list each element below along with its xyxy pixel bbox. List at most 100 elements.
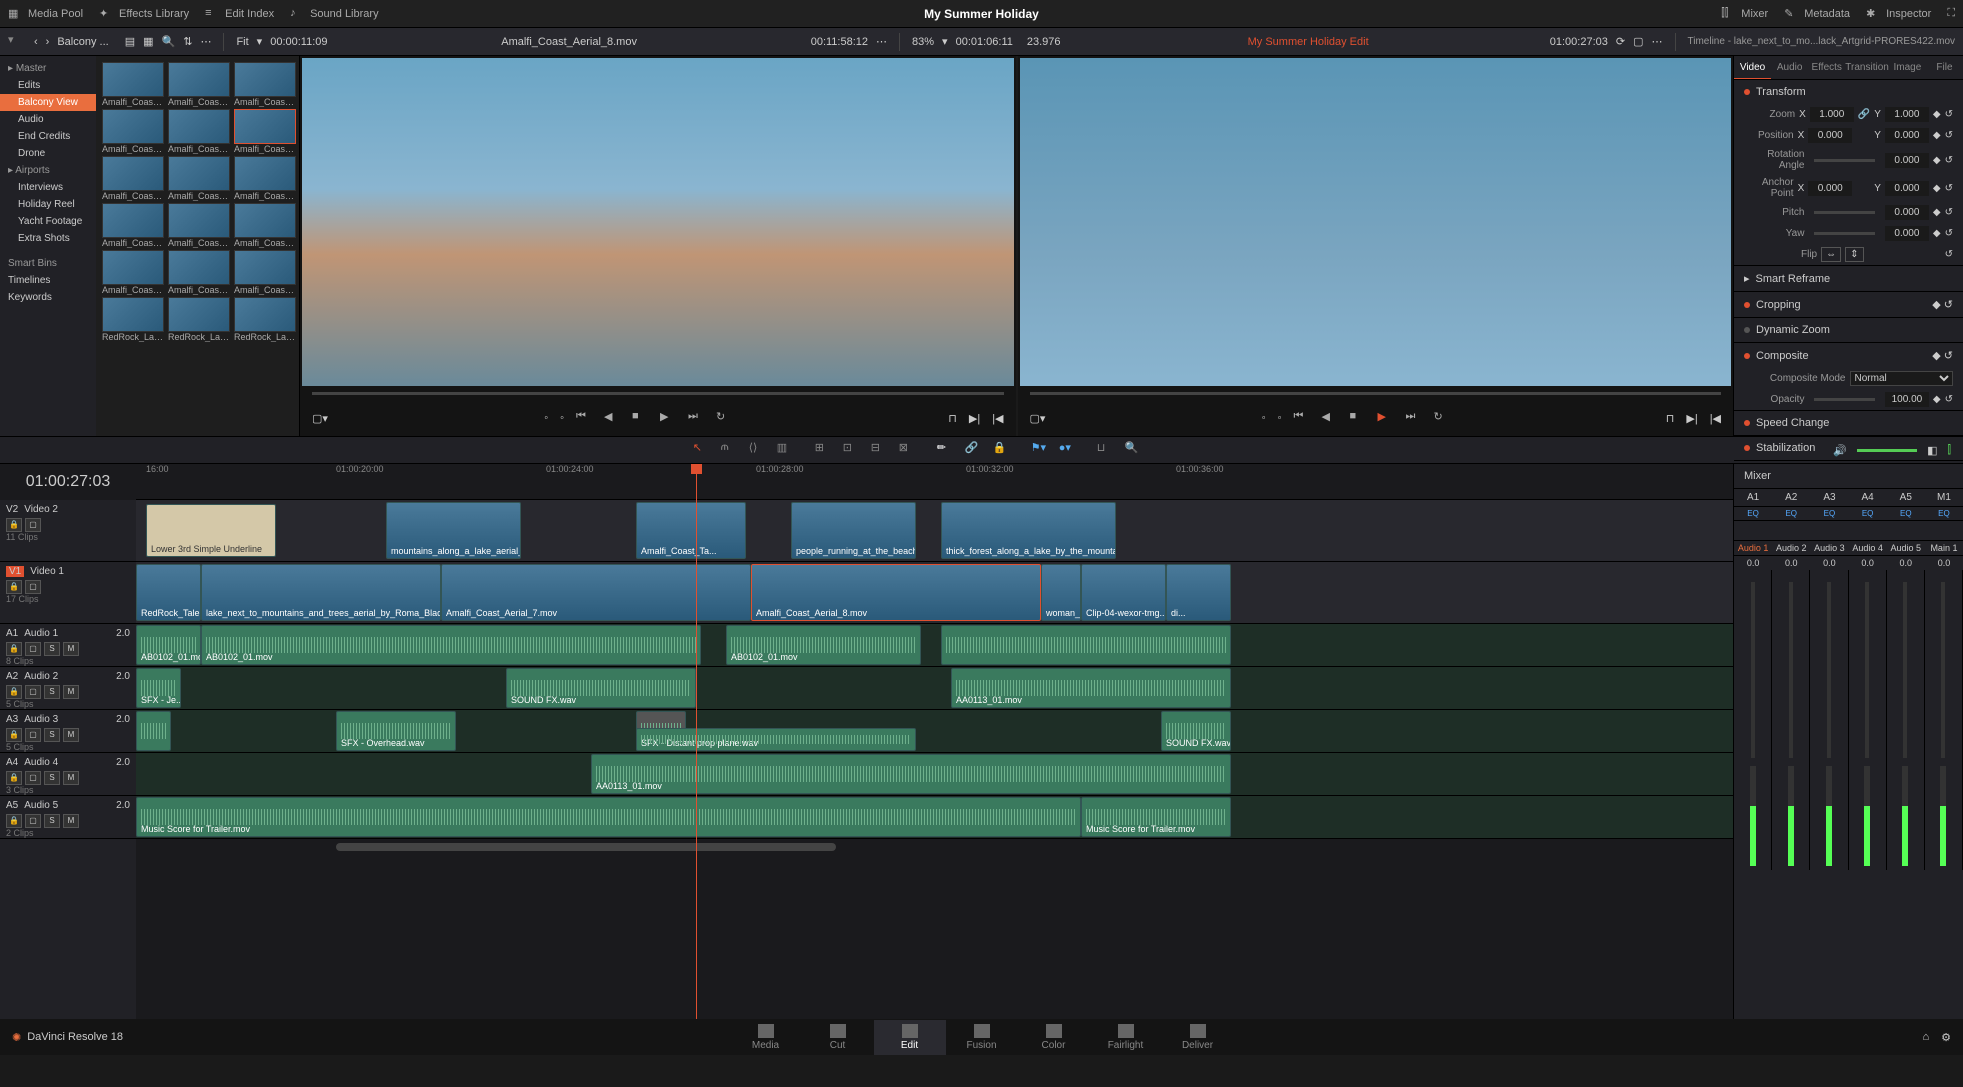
insp-tab-file[interactable]: File bbox=[1926, 56, 1963, 79]
clip-thumb[interactable]: Amalfi_Coast_A... bbox=[168, 62, 230, 107]
link-tool[interactable]: 🔗 bbox=[965, 441, 983, 459]
replace-btn[interactable]: ⊟ bbox=[871, 441, 889, 459]
sort-btn[interactable]: ⇅ bbox=[183, 35, 192, 48]
fader[interactable] bbox=[1789, 582, 1793, 758]
mixer-track[interactable]: A2 bbox=[1772, 489, 1810, 506]
mixer-tab[interactable]: Main 1 bbox=[1925, 541, 1963, 555]
src-back1[interactable]: |◀ bbox=[992, 412, 1003, 425]
thumb-view-btn[interactable]: ▦ bbox=[143, 35, 153, 48]
pitch-val[interactable] bbox=[1885, 205, 1929, 220]
bin-credits[interactable]: End Credits bbox=[0, 128, 96, 145]
clip-thumb[interactable]: Amalfi_Coast_T... bbox=[234, 203, 296, 248]
snap-tool[interactable]: ⊔ bbox=[1097, 441, 1115, 459]
rotation-slider[interactable] bbox=[1814, 159, 1874, 162]
fullscreen-button[interactable]: ⛶ bbox=[1947, 7, 1955, 20]
link-icon[interactable]: 🔗 bbox=[1858, 109, 1870, 120]
dynamic-trim[interactable]: ⟨⟩ bbox=[749, 441, 767, 459]
clip-thumb[interactable]: RedRock_Land... bbox=[102, 297, 164, 342]
clip-thumb[interactable]: Amalfi_Coast_T... bbox=[168, 156, 230, 201]
mixer-strip[interactable] bbox=[1810, 570, 1848, 870]
v1-clip5[interactable]: woman_ridi... bbox=[1041, 564, 1081, 621]
speed-header[interactable]: Speed Change bbox=[1734, 411, 1963, 435]
track-a3[interactable]: SFX - Overhead.wav Cross Fade SFX - Dist… bbox=[136, 710, 1733, 753]
insp-tab-audio[interactable]: Audio bbox=[1771, 56, 1808, 79]
clip-thumb[interactable]: Amalfi_Coast_T... bbox=[102, 156, 164, 201]
pitch-slider[interactable] bbox=[1814, 211, 1874, 214]
v1-clip3[interactable]: Amalfi_Coast_Aerial_7.mov bbox=[441, 564, 751, 621]
a3-c1[interactable] bbox=[136, 711, 171, 751]
dim-btn[interactable]: ◧ bbox=[1927, 444, 1937, 457]
fit-dropdown[interactable]: Fit bbox=[236, 36, 248, 48]
src-mode-dropdown[interactable]: ▢▾ bbox=[312, 412, 328, 425]
eq-btn[interactable]: EQ bbox=[1849, 509, 1887, 518]
zoom-percent[interactable]: 83% bbox=[912, 36, 934, 48]
mixer-strip[interactable] bbox=[1772, 570, 1810, 870]
bin-holiday[interactable]: Holiday Reel bbox=[0, 196, 96, 213]
track-a2[interactable]: SFX - Je... SOUND FX.wav AA0113_01.mov bbox=[136, 667, 1733, 710]
cropping-header[interactable]: Cropping◆ ↺ bbox=[1734, 292, 1963, 317]
mixer-strip[interactable] bbox=[1734, 570, 1772, 870]
v1-clip6[interactable]: Clip-04-wexor-tmg... bbox=[1081, 564, 1166, 621]
sb-timelines[interactable]: Timelines bbox=[0, 272, 96, 289]
clip-thumb[interactable]: Amalfi_Coast_A... bbox=[234, 109, 296, 154]
inspector-toggle[interactable]: ✱Inspector bbox=[1866, 7, 1931, 21]
razor-tool[interactable]: ✏ bbox=[937, 441, 955, 459]
source-scrubber[interactable] bbox=[312, 392, 1004, 395]
v2-clip1[interactable]: mountains_along_a_lake_aerial_by_Roma... bbox=[386, 502, 521, 559]
page-fusion[interactable]: Fusion bbox=[946, 1020, 1018, 1055]
mixer-toggle[interactable]: ⫿⫿Mixer bbox=[1721, 7, 1768, 21]
flip-h[interactable]: ⇔ bbox=[1821, 247, 1841, 262]
track-a1[interactable]: AB0102_01.mov AB0102_01.mov AB0102_01.mo… bbox=[136, 624, 1733, 667]
prg-stop[interactable]: ■ bbox=[1350, 410, 1366, 426]
nav-fwd[interactable]: › bbox=[46, 36, 50, 48]
source-clip-name[interactable]: Amalfi_Coast_Aerial_8.mov bbox=[336, 36, 803, 48]
mixer-strip[interactable] bbox=[1887, 570, 1925, 870]
src-prev[interactable]: ◀ bbox=[604, 410, 620, 426]
zoom-tool[interactable]: 🔍 bbox=[1125, 441, 1143, 459]
a3-sound[interactable]: SOUND FX.wav bbox=[1161, 711, 1231, 751]
v1-header[interactable]: V1Video 1 🔒▢ 17 Clips bbox=[0, 562, 136, 624]
insp-tab-video[interactable]: Video bbox=[1734, 56, 1771, 79]
a3-header[interactable]: A3Audio 32.0🔒▢SM5 Clips bbox=[0, 710, 136, 753]
expand-mixer[interactable]: ⫿ bbox=[1947, 444, 1951, 457]
track-v1[interactable]: RedRock_Talent_3... lake_next_to_mountai… bbox=[136, 562, 1733, 624]
anchor-y[interactable] bbox=[1885, 181, 1929, 196]
home-btn[interactable]: ⌂ bbox=[1922, 1031, 1929, 1044]
fader[interactable] bbox=[1827, 582, 1831, 758]
a2-sound[interactable]: SOUND FX.wav bbox=[506, 668, 696, 708]
a2-sfx[interactable]: SFX - Je... bbox=[136, 668, 181, 708]
bin-view-dropdown[interactable]: ▾ bbox=[8, 33, 26, 51]
v1-clip4-selected[interactable]: Amalfi_Coast_Aerial_8.mov bbox=[751, 564, 1041, 621]
marker-tool[interactable]: ●▾ bbox=[1059, 441, 1077, 459]
blade-tool[interactable]: ▥ bbox=[777, 441, 795, 459]
v1-clip1[interactable]: RedRock_Talent_3... bbox=[136, 564, 201, 621]
track-a4[interactable]: AA0113_01.mov bbox=[136, 753, 1733, 796]
src-fwd1[interactable]: ▶| bbox=[969, 412, 980, 425]
prg-loop[interactable]: ↻ bbox=[1434, 410, 1450, 426]
mixer-tab[interactable]: Audio 3 bbox=[1810, 541, 1848, 555]
bypass-btn[interactable]: ⟳ bbox=[1616, 35, 1625, 48]
bin-edits[interactable]: Edits bbox=[0, 77, 96, 94]
opacity-slider[interactable] bbox=[1814, 398, 1874, 401]
a3-overhead[interactable]: SFX - Overhead.wav bbox=[336, 711, 456, 751]
fader[interactable] bbox=[1941, 582, 1945, 758]
fit-btn[interactable]: ⊠ bbox=[899, 441, 917, 459]
a2-aa[interactable]: AA0113_01.mov bbox=[951, 668, 1231, 708]
prg-play[interactable]: ▶ bbox=[1378, 410, 1394, 426]
clip-thumb[interactable]: Amalfi_Coast_A... bbox=[234, 62, 296, 107]
page-media[interactable]: Media bbox=[730, 1020, 802, 1055]
v2-title-clip[interactable]: Lower 3rd Simple Underline bbox=[146, 504, 276, 557]
track-a5[interactable]: Music Score for Trailer.mov Music Score … bbox=[136, 796, 1733, 839]
bin-drone[interactable]: Drone bbox=[0, 145, 96, 162]
prg-first[interactable]: ⏮ bbox=[1294, 410, 1310, 426]
bin-extra[interactable]: Extra Shots bbox=[0, 230, 96, 247]
src-first[interactable]: ⏮ bbox=[576, 410, 592, 426]
a4-header[interactable]: A4Audio 42.0🔒▢SM3 Clips bbox=[0, 753, 136, 796]
timeline-tracks[interactable]: 16:00 01:00:20:00 01:00:24:00 01:00:28:0… bbox=[136, 464, 1733, 1019]
program-image[interactable] bbox=[1020, 58, 1732, 386]
insert-btn[interactable]: ⊞ bbox=[815, 441, 833, 459]
prg-mark-out[interactable]: ◦ bbox=[1278, 412, 1282, 424]
v2-clip3[interactable]: people_running_at_the_beach_in_brig... bbox=[791, 502, 916, 559]
clip-thumb[interactable]: Amalfi_Coast_A... bbox=[168, 109, 230, 154]
a1-clip4[interactable] bbox=[941, 625, 1231, 665]
